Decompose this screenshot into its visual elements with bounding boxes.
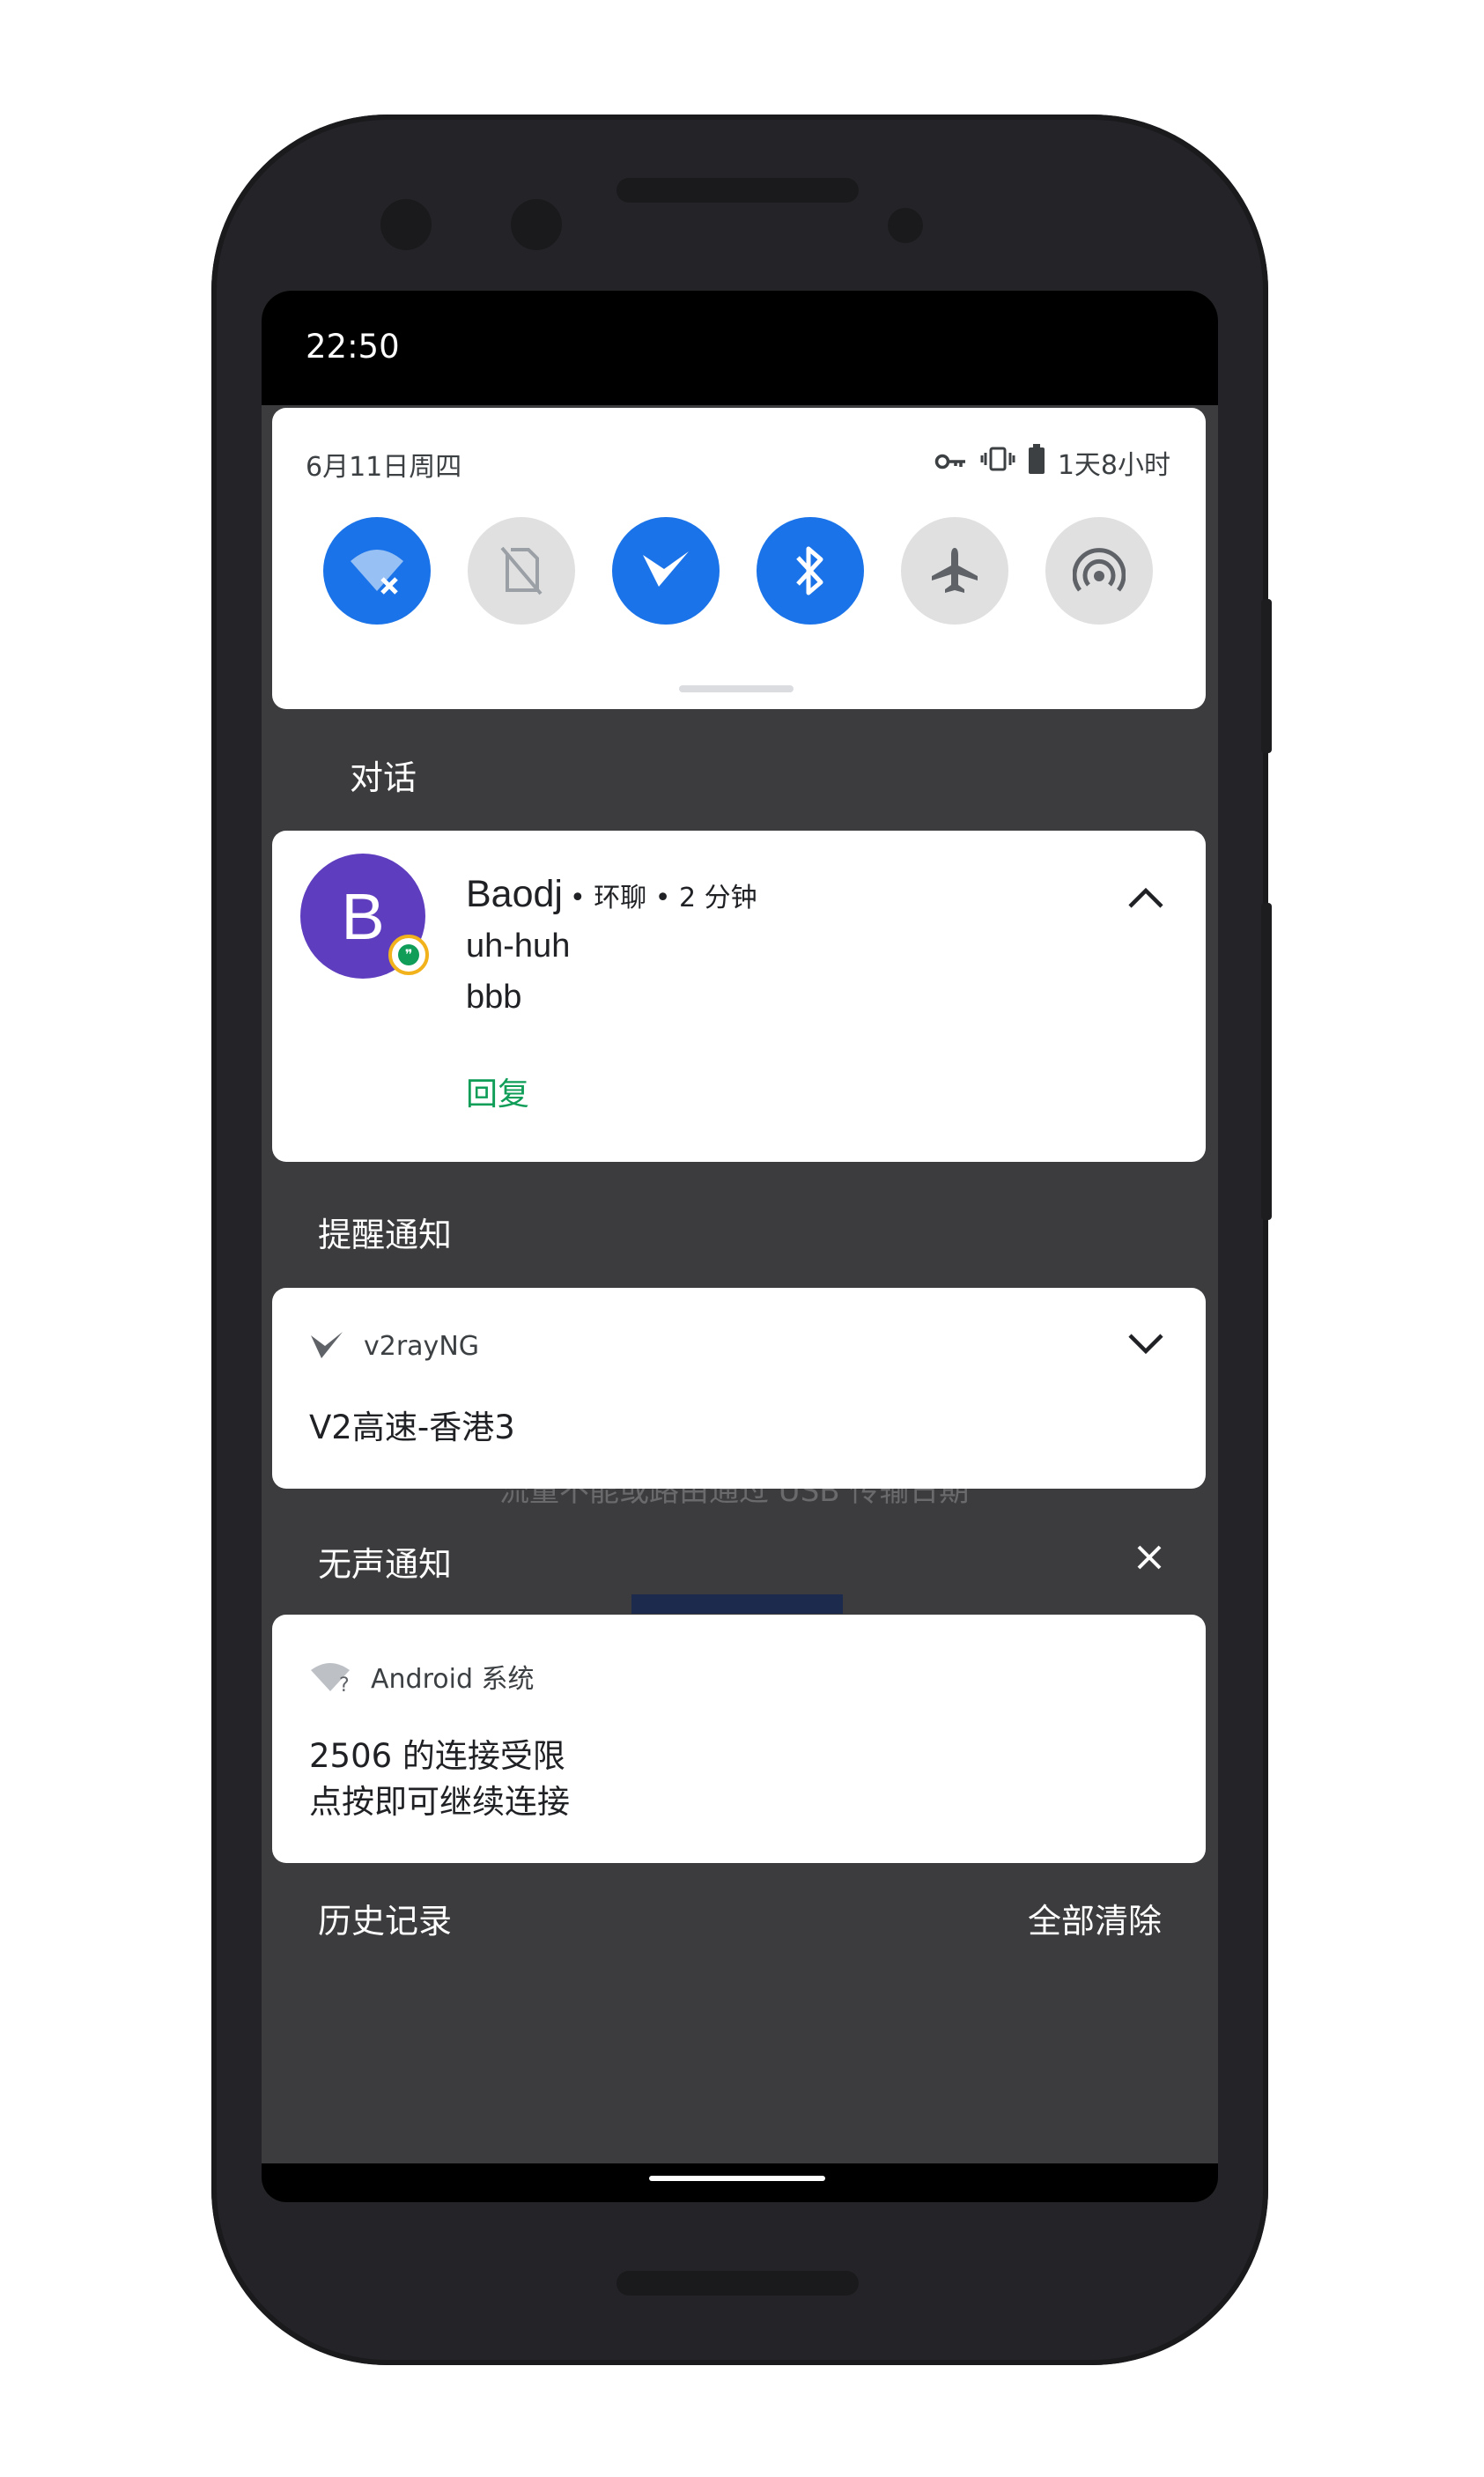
android-system-notification[interactable]: ? Android 系统 2506 的连接受限 点按即可继续连接 (272, 1615, 1206, 1863)
airplane-icon (932, 548, 978, 593)
android-app-row: ? Android 系统 (309, 1657, 535, 1696)
reply-button[interactable]: 回复 (466, 1068, 529, 1114)
wifi-off-icon (351, 550, 403, 595)
clear-all-button[interactable]: 全部清除 (1028, 1894, 1162, 1942)
dismiss-silent-close-icon[interactable] (1133, 1542, 1165, 1573)
status-bar: 22:50 (262, 291, 1218, 405)
v2rayng-app-icon (311, 1332, 343, 1358)
earpiece-speaker (616, 178, 859, 203)
hotspot-icon (1073, 548, 1126, 592)
conversation-title: Baodj • 环聊 • 2 分钟 (466, 873, 757, 916)
android-app-name: Android 系统 (371, 1664, 535, 1695)
status-time: 22:50 (306, 328, 400, 366)
android-line-1: 2506 的连接受限 (309, 1737, 565, 1775)
section-silent: 无声通知 (318, 1545, 453, 1584)
mobile-data-tile[interactable] (468, 517, 575, 625)
svg-text:?: ? (339, 1675, 350, 1693)
hangouts-badge-icon: ❞ (388, 935, 429, 975)
history-button[interactable]: 历史记录 (318, 1894, 452, 1942)
no-sim-icon (500, 546, 543, 595)
gesture-handle[interactable] (649, 2176, 825, 2181)
section-conversations: 对话 (350, 758, 417, 797)
bluetooth-icon (796, 546, 823, 595)
conversation-notification[interactable]: B ❞ Baodj • 环聊 • 2 分钟 uh-huh bbb 回复 (272, 831, 1206, 1162)
volume-button (1261, 903, 1272, 1220)
v2rayng-icon (643, 551, 689, 587)
notification-shade: 22:50 6月11日周四 1天8小时 对话 B ❞ Baodj • 环聊 • … (262, 291, 1218, 2202)
power-button (1261, 599, 1272, 753)
front-camera (511, 199, 562, 250)
navigation-bar (262, 2163, 1218, 2202)
v2rayng-app-name: v2rayNG (364, 1330, 480, 1362)
qs-date: 6月11日周四 (306, 452, 462, 483)
v2rayng-notification[interactable]: v2rayNG V2高速-香港3 (272, 1288, 1206, 1489)
quick-settings-panel: 6月11日周四 1天8小时 (272, 408, 1206, 709)
qs-status-icons: 1天8小时 (934, 443, 1170, 482)
message-2: bbb (466, 979, 522, 1016)
airplane-tile[interactable] (901, 517, 1008, 625)
wifi-question-icon: ? (311, 1663, 350, 1693)
conversation-meta: • 环聊 • 2 分钟 (569, 883, 757, 913)
bottom-speaker (616, 2271, 859, 2296)
battery-icon (1028, 444, 1045, 481)
vibrate-icon (980, 446, 1015, 479)
section-alerting: 提醒通知 (318, 1216, 453, 1254)
hotspot-tile[interactable] (1045, 517, 1153, 625)
qs-expand-handle[interactable] (679, 685, 794, 692)
v2rayng-tile[interactable] (612, 517, 720, 625)
background-ui-bar (631, 1594, 843, 1614)
expand-chevron-icon[interactable] (1125, 1323, 1167, 1365)
sender-name: Baodj (466, 873, 563, 915)
qs-tiles (323, 517, 1153, 625)
bluetooth-tile[interactable] (757, 517, 864, 625)
v2rayng-text: V2高速-香港3 (309, 1409, 515, 1446)
message-1: uh-huh (466, 928, 571, 965)
vpn-key-icon (934, 447, 968, 478)
front-sensor-left (380, 199, 432, 250)
proximity-sensor (888, 208, 923, 243)
wifi-tile[interactable] (323, 517, 431, 625)
android-line-2: 点按即可继续连接 (309, 1783, 570, 1821)
collapse-chevron-icon[interactable] (1125, 876, 1167, 919)
battery-text: 1天8小时 (1057, 450, 1170, 481)
v2rayng-app-row: v2rayNG (309, 1330, 479, 1362)
